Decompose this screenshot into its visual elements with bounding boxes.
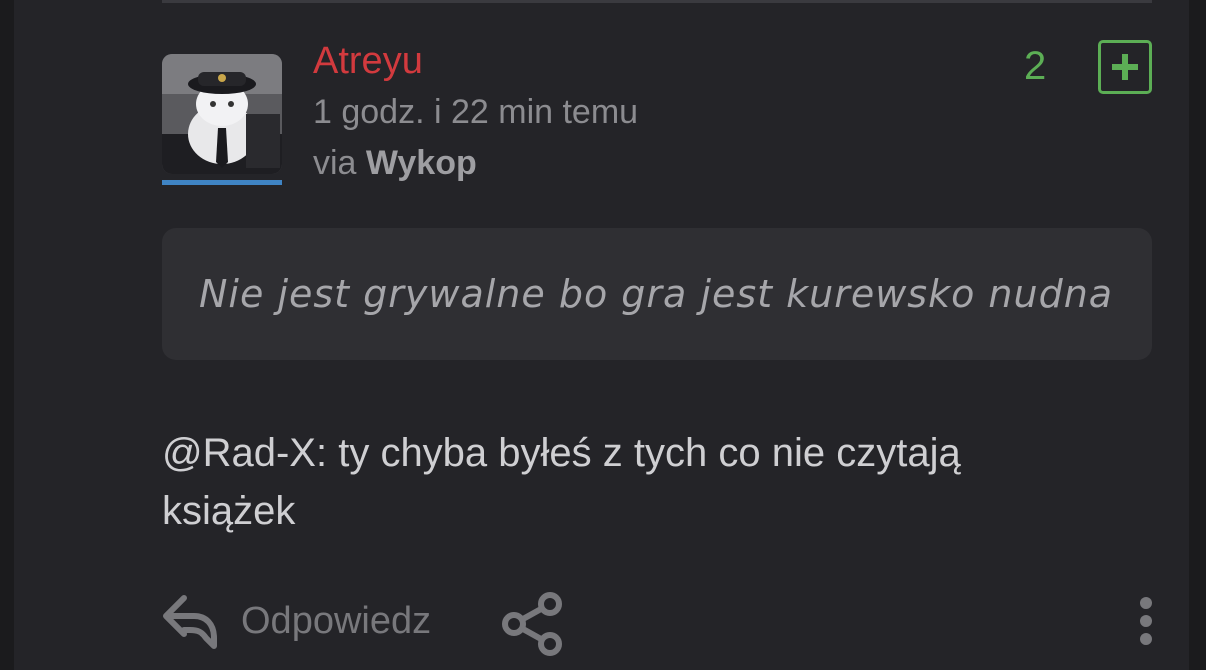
more-vertical-icon <box>1140 597 1152 645</box>
avatar-image <box>162 54 282 174</box>
avatar[interactable] <box>162 54 282 174</box>
avatar-status-bar <box>162 180 282 185</box>
reply-button[interactable] <box>160 592 220 657</box>
via-source: via Wykop <box>313 144 477 183</box>
upvote-button[interactable] <box>1098 40 1152 94</box>
user-mention[interactable]: @Rad-X <box>162 431 316 475</box>
more-options-button[interactable] <box>1135 596 1157 651</box>
via-prefix: via <box>313 144 366 182</box>
share-button[interactable] <box>500 592 566 661</box>
vote-count: 2 <box>1024 44 1047 88</box>
reply-icon <box>163 595 217 649</box>
divider <box>162 0 1152 3</box>
plus-icon <box>1112 54 1138 80</box>
comment-body: @Rad-X: ty chyba byłeś z tych co nie czy… <box>162 424 1082 540</box>
share-icon <box>502 592 562 656</box>
via-source-name: Wykop <box>365 144 477 182</box>
reply-label[interactable]: Odpowiedz <box>241 600 431 643</box>
quote-text: Nie jest grywalne bo gra jest kurewsko n… <box>199 272 1114 316</box>
author-name[interactable]: Atreyu <box>313 40 423 83</box>
quote-block: Nie jest grywalne bo gra jest kurewsko n… <box>162 228 1152 360</box>
timestamp[interactable]: 1 godz. i 22 min temu <box>313 93 638 132</box>
